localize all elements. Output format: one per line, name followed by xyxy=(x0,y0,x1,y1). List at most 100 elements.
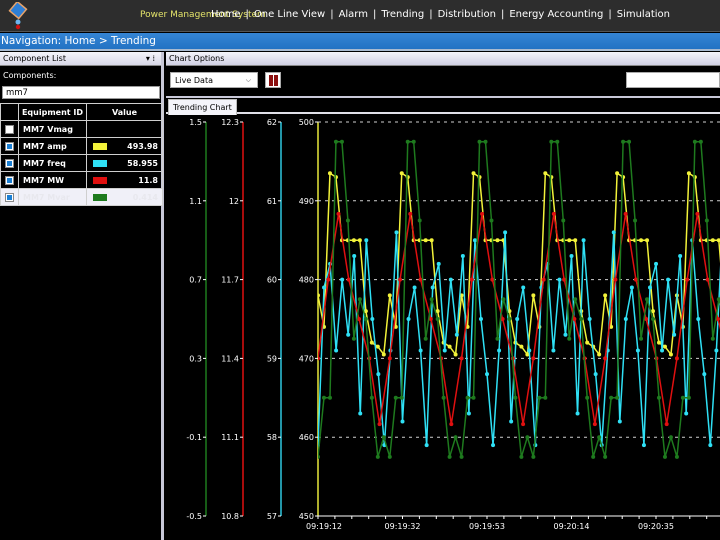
data-point xyxy=(623,317,628,321)
nav-energy-accounting[interactable]: Energy Accounting xyxy=(509,9,603,20)
row-checkbox[interactable] xyxy=(0,171,19,189)
row-checkbox[interactable] xyxy=(0,137,19,155)
tab-trending-chart[interactable]: Trending Chart xyxy=(168,99,237,115)
data-point xyxy=(541,277,546,282)
data-point xyxy=(531,454,536,459)
pause-button[interactable] xyxy=(265,72,281,88)
data-point xyxy=(678,253,683,258)
nav-separator: | xyxy=(608,9,612,20)
data-point xyxy=(551,348,556,353)
panel-title: Component List xyxy=(3,54,66,63)
nav-trending[interactable]: Trending xyxy=(381,9,424,20)
data-mode-select[interactable]: Live Data ⌵ xyxy=(170,72,258,88)
data-point xyxy=(423,336,428,341)
data-point xyxy=(460,253,465,258)
data-point xyxy=(449,422,454,427)
table-row[interactable]: MM7 MW 11.8 xyxy=(0,171,163,189)
data-point xyxy=(363,317,368,321)
table-row[interactable]: MM7 Mvar 0.414 xyxy=(0,188,163,206)
top-navigation: Home | One Line View | Alarm | Trending | Di… xyxy=(211,9,670,20)
nav-distribution[interactable]: Distribution xyxy=(438,9,496,20)
table-row[interactable]: MM7 freq 58.955 xyxy=(0,154,163,172)
data-point xyxy=(656,340,661,345)
data-point xyxy=(609,395,614,400)
chart-options-header: Chart Options xyxy=(166,52,720,66)
series-color-swatch xyxy=(93,194,107,201)
row-checkbox[interactable] xyxy=(0,120,19,138)
y-tick-label: 500 xyxy=(299,118,314,127)
data-point xyxy=(408,211,413,216)
equipment-value xyxy=(86,120,163,138)
data-point xyxy=(513,395,518,400)
data-point xyxy=(472,238,477,243)
data-point xyxy=(336,211,341,216)
data-point xyxy=(393,395,398,400)
row-checkbox[interactable] xyxy=(0,154,19,172)
data-point xyxy=(351,336,356,341)
data-point xyxy=(495,336,500,341)
data-point xyxy=(527,348,532,353)
y-tick-label: 62 xyxy=(267,118,277,127)
data-point xyxy=(321,395,326,400)
data-point xyxy=(459,454,464,459)
data-point xyxy=(660,348,665,353)
data-point xyxy=(567,336,572,341)
column-header-value[interactable]: Value xyxy=(86,103,163,121)
y-tick-label: 470 xyxy=(299,354,314,363)
y-tick-label: 61 xyxy=(267,197,277,206)
data-point xyxy=(531,356,536,361)
data-point xyxy=(485,372,490,377)
data-point xyxy=(543,395,548,400)
data-point xyxy=(375,454,380,459)
data-point xyxy=(412,285,417,290)
data-point xyxy=(645,238,650,243)
data-point xyxy=(509,419,514,424)
y-tick-label: 12 xyxy=(229,197,239,206)
data-point xyxy=(435,317,440,321)
table-row[interactable]: MM7 Vmag xyxy=(0,120,163,138)
data-point xyxy=(668,352,673,357)
data-point xyxy=(503,230,508,235)
data-point xyxy=(375,344,380,349)
data-point xyxy=(381,352,386,357)
column-header-equipment-id[interactable]: Equipment ID xyxy=(18,103,87,121)
data-point xyxy=(714,348,719,353)
data-point xyxy=(662,344,667,349)
data-point xyxy=(369,395,374,400)
data-point xyxy=(603,356,608,361)
data-point xyxy=(537,395,542,400)
data-point xyxy=(629,285,634,290)
data-point xyxy=(346,332,351,337)
nav-home[interactable]: Home xyxy=(211,9,241,20)
data-point xyxy=(459,356,464,361)
data-point xyxy=(593,372,598,377)
data-point xyxy=(318,454,320,459)
row-checkbox[interactable] xyxy=(0,188,19,206)
chart-tab-strip: Trending Chart xyxy=(166,96,720,115)
nav-one-line-view[interactable]: One Line View xyxy=(254,9,325,20)
pause-icon xyxy=(269,75,273,86)
data-point xyxy=(429,297,434,302)
nav-simulation[interactable]: Simulation xyxy=(617,9,670,20)
components-search-input[interactable]: mm7 xyxy=(2,86,160,99)
data-point xyxy=(334,348,339,353)
equipment-value: 11.8 xyxy=(86,171,163,189)
data-point xyxy=(387,356,392,361)
data-point xyxy=(666,277,671,282)
data-point xyxy=(478,317,483,321)
table-row[interactable]: MM7 amp 493.98 xyxy=(0,137,163,155)
data-point xyxy=(424,443,429,448)
y-tick-label: 1.1 xyxy=(189,197,202,206)
equipment-id: MM7 Vmag xyxy=(18,120,87,138)
data-point xyxy=(448,277,453,282)
data-point xyxy=(555,139,560,144)
data-point xyxy=(507,317,512,321)
checkbox-icon xyxy=(5,192,14,202)
series-mm7-amp xyxy=(318,171,720,357)
data-point xyxy=(656,395,661,400)
pin-dropdown-icon[interactable]: ▾ ⁞ xyxy=(146,54,155,63)
chart-search-input[interactable] xyxy=(626,72,720,88)
nav-alarm[interactable]: Alarm xyxy=(339,9,368,20)
data-point xyxy=(423,238,428,243)
data-point xyxy=(543,171,548,176)
